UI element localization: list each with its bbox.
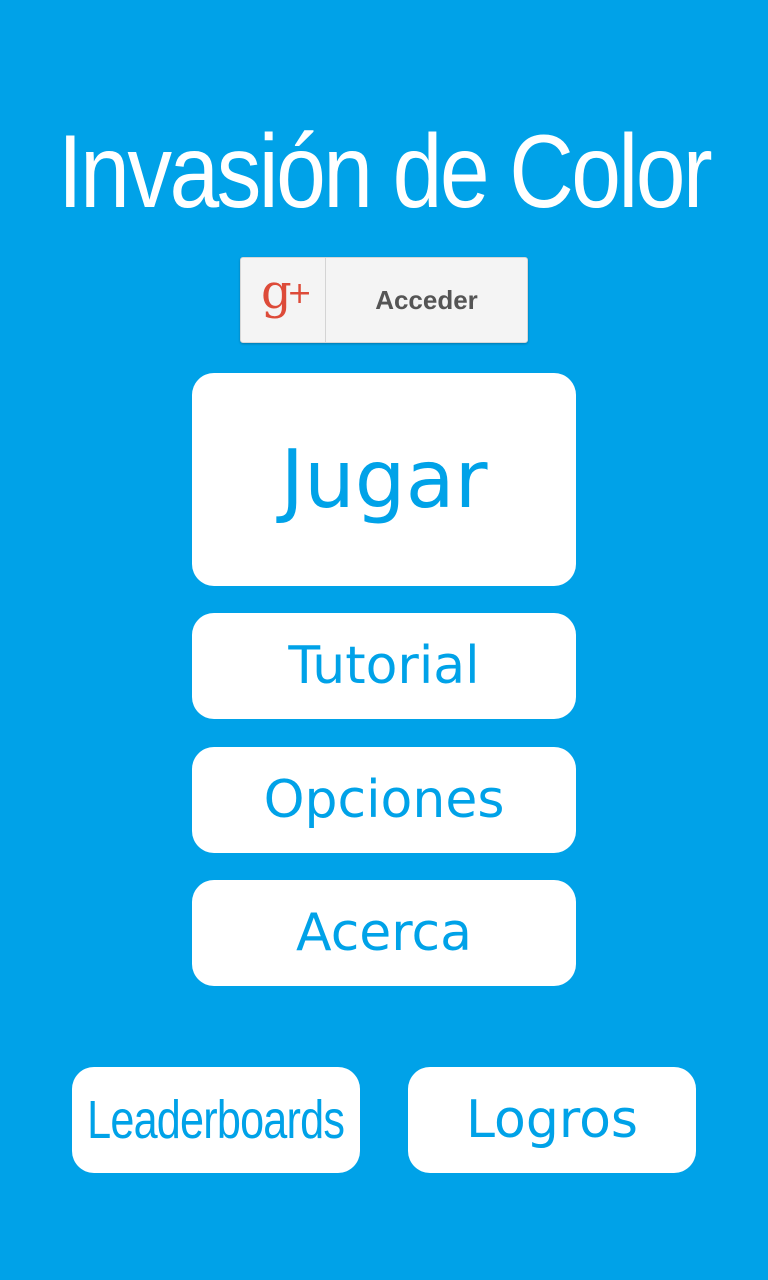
tutorial-button[interactable]: Tutorial	[192, 613, 576, 719]
google-plus-signin-button[interactable]: g + Acceder	[240, 257, 528, 343]
leaderboards-label: Leaderboards	[87, 1090, 346, 1150]
about-button[interactable]: Acerca	[192, 880, 576, 986]
options-button[interactable]: Opciones	[192, 747, 576, 853]
achievements-button[interactable]: Logros	[408, 1067, 696, 1173]
app-title: Invasión de Color	[57, 114, 713, 230]
svg-text:+: +	[287, 276, 312, 311]
google-plus-icon: g +	[241, 258, 326, 342]
play-button[interactable]: Jugar	[192, 373, 576, 586]
signin-label: Acceder	[375, 284, 478, 315]
leaderboards-button[interactable]: Leaderboards	[72, 1067, 360, 1173]
